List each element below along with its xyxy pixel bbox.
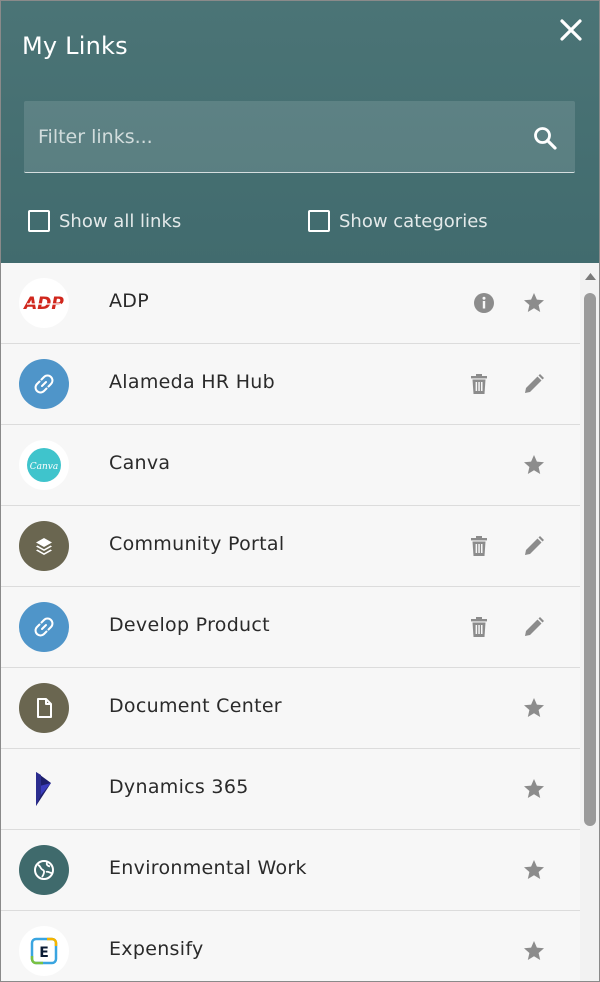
show-all-links-label: Show all links bbox=[59, 210, 182, 232]
list-item[interactable]: Dynamics 365 bbox=[1, 749, 580, 830]
list-item[interactable]: Alameda HR Hub bbox=[1, 344, 580, 425]
list-item[interactable]: Canva Canva bbox=[1, 425, 580, 506]
link-name[interactable]: Expensify bbox=[109, 938, 204, 960]
star-icon[interactable] bbox=[522, 291, 546, 315]
scrollbar-thumb[interactable] bbox=[584, 293, 596, 826]
close-icon bbox=[560, 19, 582, 41]
trash-icon[interactable] bbox=[467, 534, 491, 558]
globe-icon bbox=[19, 845, 69, 895]
checkbox-box[interactable] bbox=[28, 210, 50, 232]
svg-text:Canva: Canva bbox=[30, 462, 59, 472]
star-icon[interactable] bbox=[522, 453, 546, 477]
link-name[interactable]: ADP bbox=[109, 290, 149, 312]
filter-input[interactable] bbox=[38, 119, 508, 155]
panel-header: My Links Show all links Show categories bbox=[1, 1, 599, 263]
dynamics-logo bbox=[19, 764, 69, 814]
list-item[interactable]: Community Portal bbox=[1, 506, 580, 587]
list-item[interactable]: ADP ADP bbox=[1, 263, 580, 344]
list-item[interactable]: Develop Product bbox=[1, 587, 580, 668]
link-icon bbox=[19, 602, 69, 652]
checkbox-box[interactable] bbox=[308, 210, 330, 232]
link-name[interactable]: Community Portal bbox=[109, 533, 284, 555]
adp-logo: ADP bbox=[19, 278, 69, 328]
search-icon[interactable] bbox=[532, 125, 558, 151]
link-name[interactable]: Environmental Work bbox=[109, 857, 307, 879]
expensify-logo: E bbox=[19, 926, 69, 976]
adp-logo-mark: ADP bbox=[22, 294, 64, 314]
list-item[interactable]: Document Center bbox=[1, 668, 580, 749]
panel-title: My Links bbox=[22, 32, 128, 60]
list-item[interactable]: Environmental Work bbox=[1, 830, 580, 911]
star-icon[interactable] bbox=[522, 777, 546, 801]
show-categories-checkbox[interactable]: Show categories bbox=[308, 208, 488, 234]
canva-logo-mark: Canva bbox=[27, 448, 61, 482]
star-icon[interactable] bbox=[522, 696, 546, 720]
link-name[interactable]: Document Center bbox=[109, 695, 282, 717]
star-icon[interactable] bbox=[522, 858, 546, 882]
link-name[interactable]: Dynamics 365 bbox=[109, 776, 249, 798]
show-categories-label: Show categories bbox=[339, 210, 488, 232]
show-all-links-checkbox[interactable]: Show all links bbox=[28, 208, 181, 234]
pencil-icon[interactable] bbox=[522, 534, 546, 558]
canva-logo: Canva bbox=[19, 440, 69, 490]
document-icon bbox=[19, 683, 69, 733]
info-icon[interactable] bbox=[472, 291, 496, 315]
layers-icon bbox=[19, 521, 69, 571]
trash-icon[interactable] bbox=[467, 615, 491, 639]
pencil-icon[interactable] bbox=[522, 615, 546, 639]
link-icon bbox=[19, 359, 69, 409]
expensify-logo-mark: E bbox=[30, 937, 58, 965]
pencil-icon[interactable] bbox=[522, 372, 546, 396]
link-name[interactable]: Canva bbox=[109, 452, 170, 474]
scrollbar[interactable] bbox=[580, 263, 599, 981]
star-icon[interactable] bbox=[522, 939, 546, 963]
svg-text:E: E bbox=[39, 945, 49, 961]
trash-icon[interactable] bbox=[467, 372, 491, 396]
close-button[interactable] bbox=[556, 15, 586, 45]
links-list: ADP ADP Alameda HR Hub Canva Canva Commu… bbox=[1, 263, 580, 981]
scroll-up-arrow-icon[interactable] bbox=[583, 270, 598, 282]
link-name[interactable]: Develop Product bbox=[109, 614, 270, 636]
filter-box bbox=[24, 101, 575, 173]
my-links-panel: My Links Show all links Show categories bbox=[0, 0, 600, 982]
list-item[interactable]: E Expensify bbox=[1, 911, 580, 981]
link-name[interactable]: Alameda HR Hub bbox=[109, 371, 275, 393]
